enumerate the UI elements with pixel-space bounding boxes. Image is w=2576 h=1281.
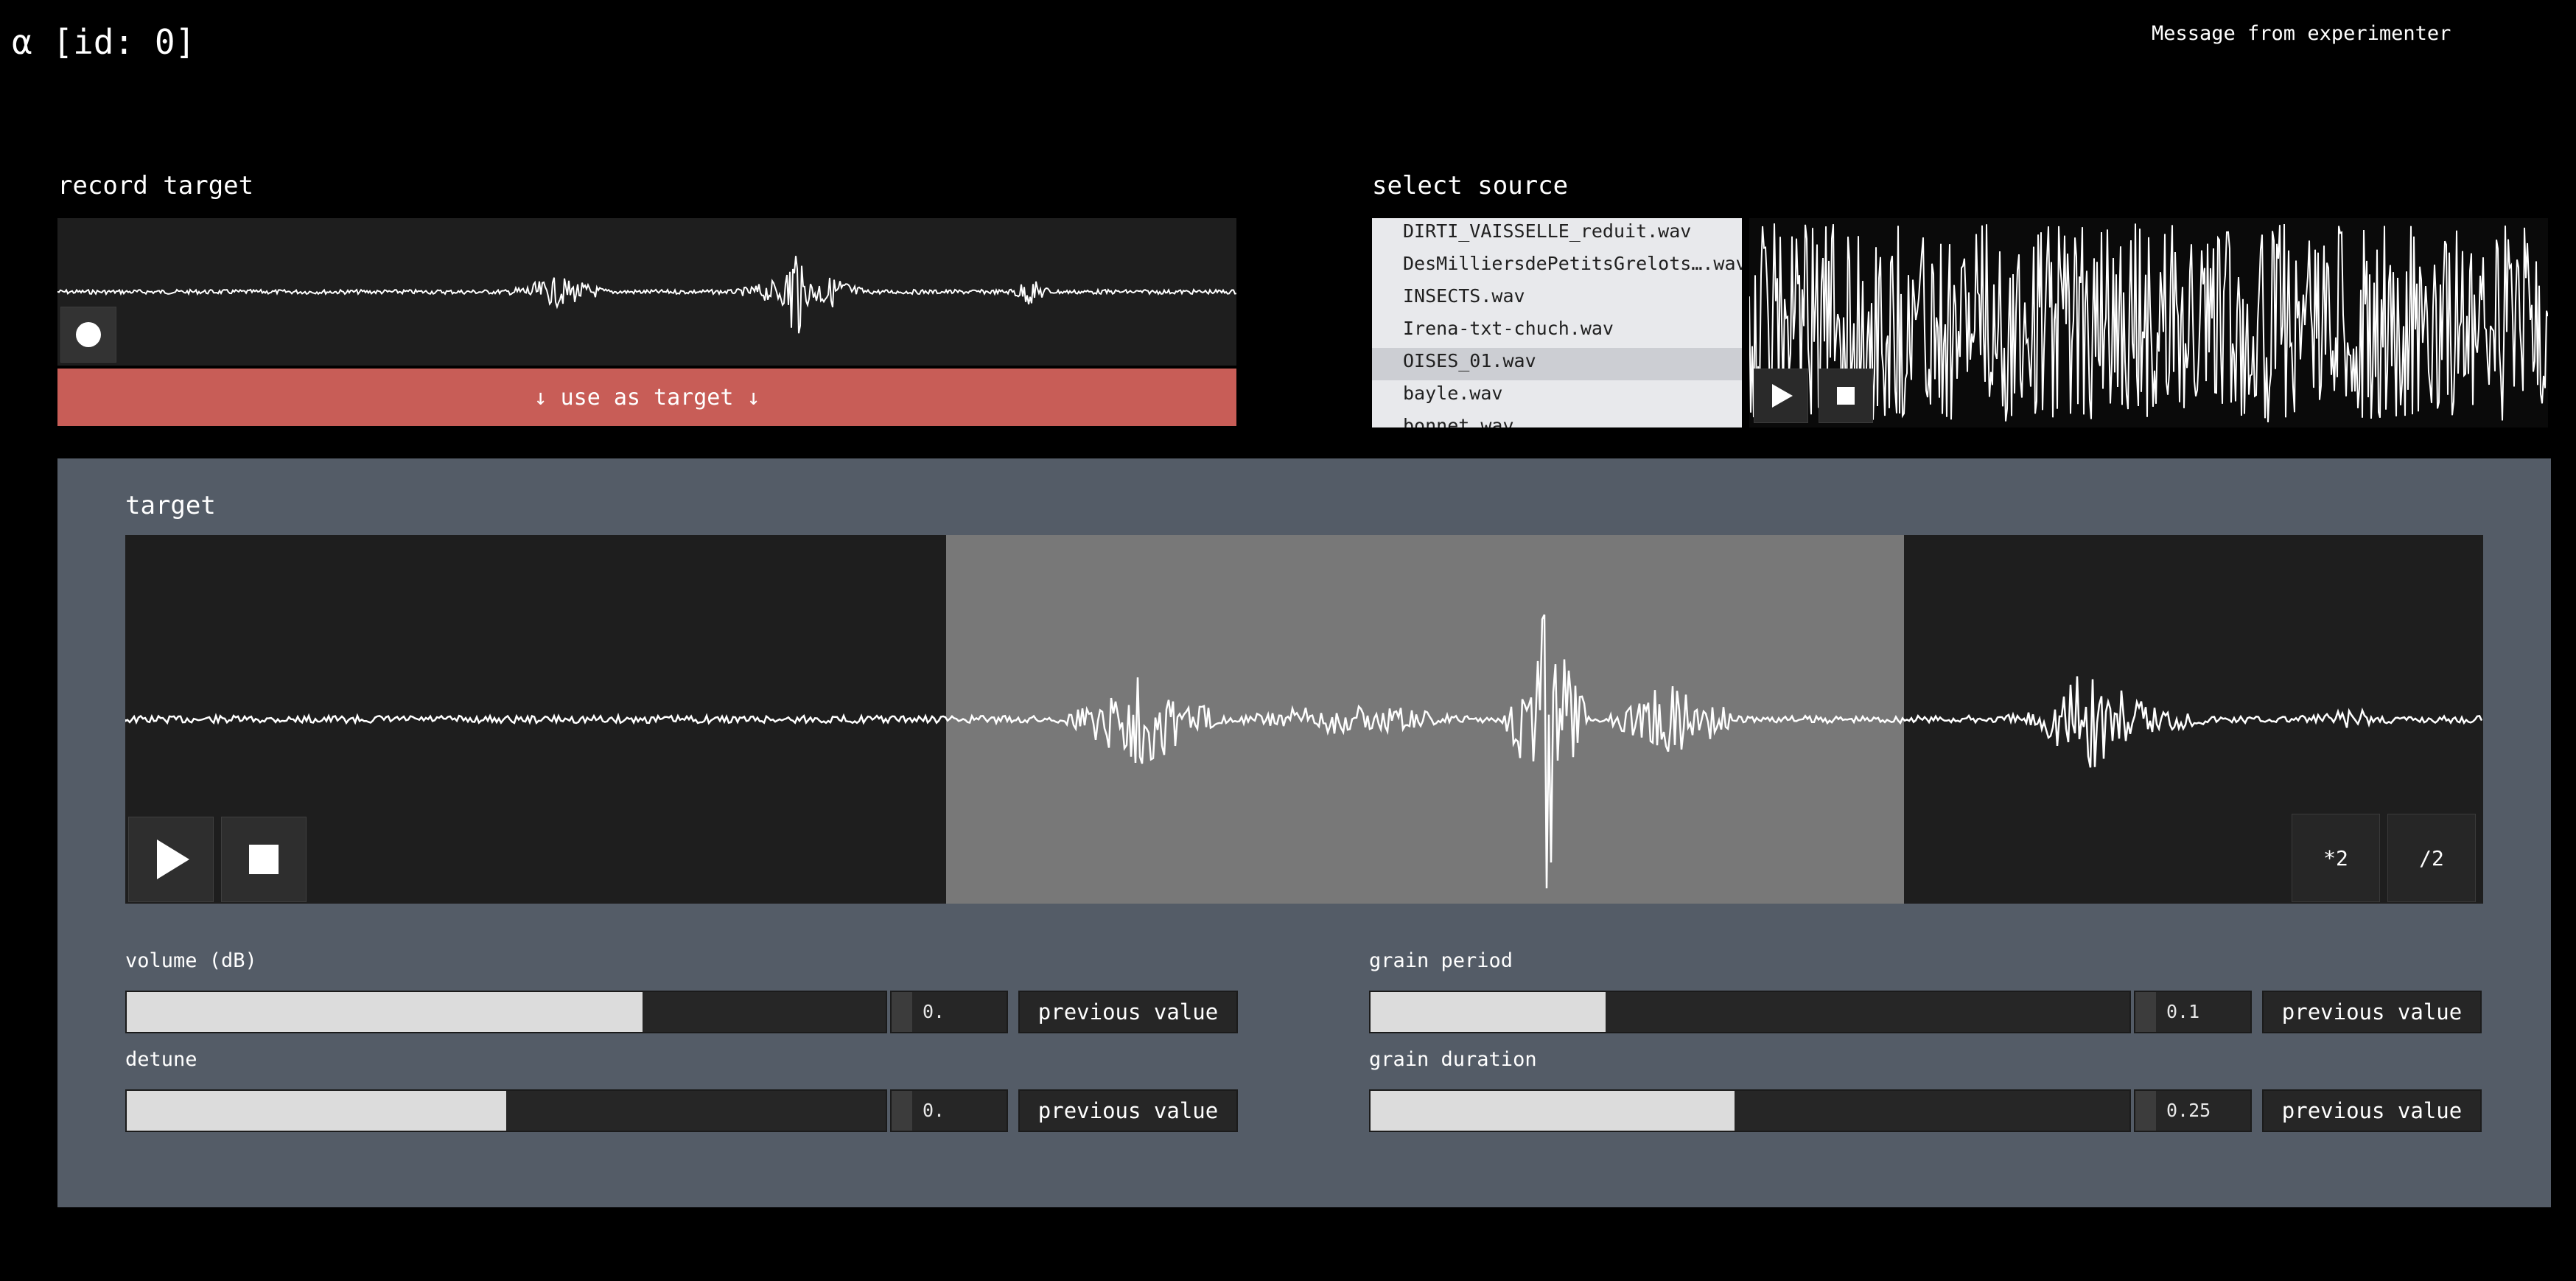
file-item[interactable]: bonnet.wav: [1372, 413, 1742, 427]
use-as-target-button[interactable]: ↓ use as target ↓: [57, 369, 1236, 426]
stop-icon: [249, 845, 279, 874]
grain-duration-slider-fill: [1371, 1091, 1735, 1131]
detune-label: detune: [125, 1048, 197, 1071]
target-label: target: [125, 491, 216, 520]
record-target-label: record target: [57, 171, 254, 200]
volume-value: 0.: [923, 1001, 945, 1022]
source-file-list[interactable]: DIRTI_VAISSELLE_reduit.wav DesMilliersde…: [1372, 218, 1742, 427]
file-item[interactable]: DIRTI_VAISSELLE_reduit.wav: [1372, 218, 1742, 251]
grain-duration-previous-value-button[interactable]: previous value: [2262, 1089, 2482, 1132]
grain-period-slider[interactable]: [1369, 991, 2131, 1033]
grain-period-previous-value-button[interactable]: previous value: [2262, 991, 2482, 1033]
target-stop-button[interactable]: [221, 817, 307, 902]
target-waveform-trace: [125, 614, 2483, 889]
grain-period-value: 0.1: [2166, 1001, 2200, 1022]
record-icon: [76, 322, 101, 347]
play-icon: [1772, 384, 1793, 408]
detune-previous-value-button[interactable]: previous value: [1018, 1089, 1238, 1132]
detune-value: 0.: [923, 1100, 945, 1121]
file-item[interactable]: bayle.wav: [1372, 380, 1742, 413]
zoom-in-button[interactable]: *2: [2292, 814, 2380, 902]
select-source-label: select source: [1372, 171, 1569, 200]
grain-period-number-box[interactable]: 0.1: [2134, 991, 2252, 1033]
grain-period-slider-fill: [1371, 992, 1606, 1032]
source-stop-button[interactable]: [1819, 369, 1873, 423]
volume-number-grip[interactable]: [892, 992, 912, 1032]
record-waveform[interactable]: [57, 218, 1236, 366]
grain-duration-number-grip[interactable]: [2135, 1091, 2156, 1131]
volume-slider-fill: [127, 992, 643, 1032]
detune-number-grip[interactable]: [892, 1091, 912, 1131]
volume-previous-value-button[interactable]: previous value: [1018, 991, 1238, 1033]
app-title: α [id: 0]: [12, 22, 196, 62]
file-item[interactable]: Irena-txt-chuch.wav: [1372, 315, 1742, 348]
volume-label: volume (dB): [125, 949, 257, 972]
grain-duration-value: 0.25: [2166, 1100, 2211, 1121]
detune-slider-fill: [127, 1091, 506, 1131]
file-item[interactable]: INSECTS.wav: [1372, 283, 1742, 315]
detune-number-box[interactable]: 0.: [890, 1089, 1008, 1132]
zoom-out-button[interactable]: /2: [2387, 814, 2476, 902]
experimenter-message: Message from experimenter: [2152, 22, 2451, 45]
grain-period-number-grip[interactable]: [2135, 992, 2156, 1032]
play-icon: [157, 840, 189, 879]
target-play-button[interactable]: [128, 817, 214, 902]
source-play-button[interactable]: [1754, 369, 1808, 423]
grain-duration-number-box[interactable]: 0.25: [2134, 1089, 2252, 1132]
stop-icon: [1837, 387, 1855, 405]
target-waveform[interactable]: [125, 535, 2483, 904]
volume-slider[interactable]: [125, 991, 887, 1033]
record-waveform-trace: [57, 256, 1236, 334]
file-item[interactable]: DesMilliersdePetitsGrelots….wav: [1372, 251, 1742, 283]
record-button[interactable]: [60, 307, 116, 363]
detune-slider[interactable]: [125, 1089, 887, 1132]
grain-duration-slider[interactable]: [1369, 1089, 2131, 1132]
file-item-selected[interactable]: OISES_01.wav: [1372, 348, 1742, 380]
volume-number-box[interactable]: 0.: [890, 991, 1008, 1033]
grain-duration-label: grain duration: [1369, 1048, 1537, 1071]
grain-period-label: grain period: [1369, 949, 1513, 972]
